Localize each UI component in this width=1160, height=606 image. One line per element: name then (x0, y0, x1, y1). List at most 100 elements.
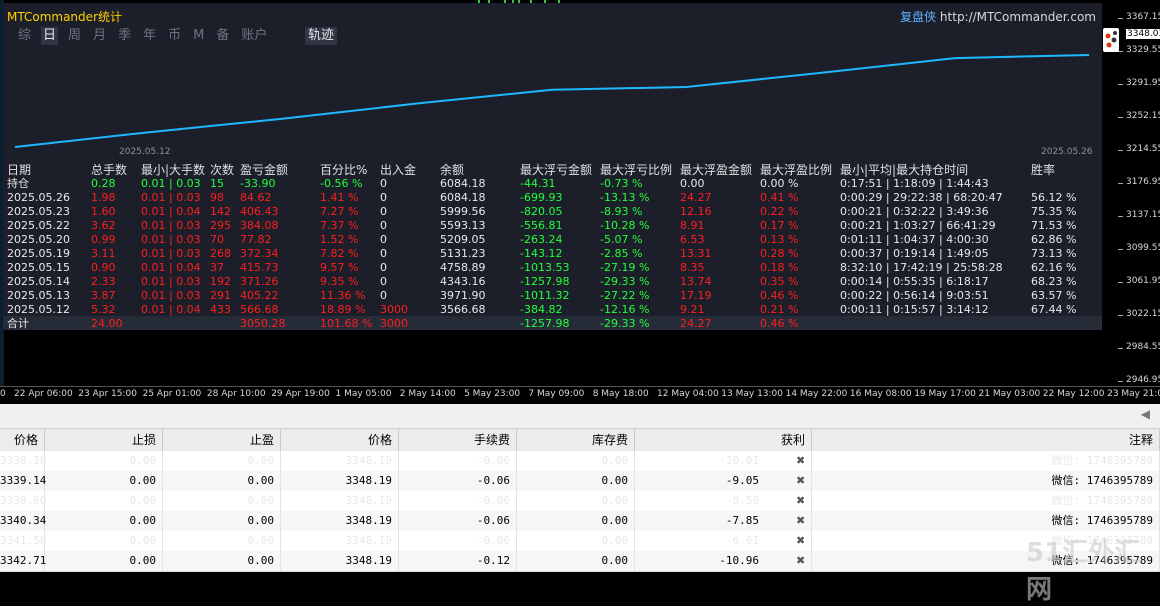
stats-cell: 0.01 | 0.03 (141, 177, 201, 190)
order-cell-open: 3338.18 (0, 451, 46, 471)
stats-cell: 17.19 (680, 289, 712, 302)
stats-cell: 8:32:10 | 17:42:19 | 25:58:28 (840, 261, 1003, 274)
stats-cell: 8.35 (680, 261, 705, 274)
stats-cell: 0:00:37 | 0:19:14 | 1:49:05 (840, 247, 989, 260)
stats-cell: 0 (380, 191, 387, 204)
stats-header-cell: 余额 (440, 163, 465, 177)
stats-cell: 0.28 % (760, 247, 799, 260)
time-tick: 23 Apr 15:00 (78, 389, 137, 399)
order-row[interactable]: 3340.34 0.00 0.00 3348.19 -0.06 0.00 -7.85 微信: … (0, 511, 1160, 532)
order-cell-swap: 0.00 (517, 451, 635, 471)
orders-header-cell[interactable]: 库存费 (517, 429, 635, 451)
stats-cell: 9.35 % (320, 275, 359, 288)
tab-3[interactable]: 月 (91, 27, 108, 45)
time-tick: 22 May 12:00 (1042, 389, 1105, 399)
order-row[interactable]: 3341.58 0.00 0.00 3348.19 -0.06 0.00 -6.61 微信: … (0, 531, 1160, 552)
site-link-label: 复盘侠 (900, 10, 937, 24)
stats-cell: 415.73 (240, 261, 279, 274)
orders-header-cell[interactable]: 手续费 (399, 429, 517, 451)
stats-total-cell: -29.33 % (600, 317, 650, 330)
stats-cell: 63.57 % (1031, 289, 1077, 302)
stats-cell: 7.82 % (320, 247, 359, 260)
stats-cell: -143.12 (520, 247, 563, 260)
time-axis[interactable]: 0 22 Apr 06:00 23 Apr 15:00 25 Apr 01:00 28 … (0, 386, 1160, 405)
stats-cell: 0.01 | 0.04 (141, 261, 201, 274)
close-order-icon[interactable]: ✖ (796, 471, 808, 491)
orders-header: 价格 止损 止盈 价格 手续费 库存费 获利 注释 (0, 429, 1160, 452)
stats-cell: -1013.53 (520, 261, 570, 274)
time-tick: 16 May 08:00 (849, 389, 912, 399)
price-tick: 3061.95 (1117, 276, 1160, 286)
tab-6[interactable]: 币 (166, 27, 183, 45)
orders-header-cell[interactable]: 价格 (0, 429, 45, 451)
time-tick: 28 Apr 10:00 (206, 389, 266, 399)
time-tick: 25 Apr 01:00 (142, 389, 202, 399)
stats-total-cell: 合计 (7, 317, 29, 330)
stats-header-cell: 胜率 (1031, 163, 1056, 177)
stats-header-cell: 最大浮盈比例 (760, 163, 833, 177)
price-axis[interactable]: 3348.03 3367.15 3329.55 3291.95 3252.15 3214… (1104, 0, 1160, 386)
stats-cell: 384.08 (240, 219, 279, 232)
stats-cell: -699.93 (520, 191, 563, 204)
close-order-icon[interactable]: ✖ (796, 531, 808, 551)
stats-cell: -12.16 % (600, 303, 650, 316)
chart-area[interactable]: MTCommander统计 复盘侠 http://MTCommander.com… (0, 0, 1160, 405)
close-order-icon[interactable]: ✖ (796, 451, 808, 471)
chart-start-date: 2025.05.12 (119, 147, 171, 157)
stats-cell: 9.21 (680, 303, 705, 316)
order-cell-comment: 微信: 1746395789 (812, 471, 1160, 491)
tab-4[interactable]: 季 (116, 27, 133, 45)
orders-header-cell[interactable]: 止盈 (163, 429, 281, 451)
order-cell-profit: -8.59 (635, 491, 812, 511)
orders-header-cell[interactable]: 获利 (635, 429, 812, 451)
time-tick: 19 May 17:00 (914, 389, 976, 399)
tab-2[interactable]: 周 (66, 27, 83, 45)
time-tick: 13 May 13:00 (721, 389, 784, 399)
stats-cell: 8.91 (680, 219, 705, 232)
scroll-left-icon[interactable]: ◀ (1141, 407, 1150, 421)
order-row[interactable]: 3342.71 0.00 0.00 3348.19 -0.12 0.00 -10.96 微信:… (0, 551, 1160, 572)
time-tick: 29 Apr 19:00 (271, 389, 330, 399)
stats-cell: 62.16 % (1031, 261, 1077, 274)
stats-cell: 1.52 % (320, 233, 359, 246)
orders-header-cell[interactable]: 价格 (281, 429, 399, 451)
stats-header-cell: 次数 (210, 163, 235, 177)
stats-cell: 0 (380, 177, 387, 190)
order-row[interactable]: 3339.14 0.00 0.00 3348.19 -0.06 0.00 -9.05 微信: … (0, 471, 1160, 492)
terminal-panel: ◀ 价格 止损 止盈 价格 手续费 库存费 获利 注释 3338.18 0.00 0.00 3348… (0, 404, 1160, 572)
time-tick: 1 May 05:00 (335, 389, 392, 399)
tab-track[interactable]: 轨迹 (305, 27, 338, 45)
tab-1[interactable]: 日 (41, 27, 59, 45)
stats-cell: 2025.05.22 (7, 219, 70, 232)
stats-cell: 73.13 % (1031, 247, 1077, 260)
order-cell-price: 3348.19 (281, 511, 399, 531)
tab-7[interactable]: M (191, 27, 206, 45)
order-cell-tp: 0.00 (163, 531, 281, 551)
stats-header-cell: 最小|平均|最大持仓时间 (840, 163, 969, 177)
stats-cell: 68.23 % (1031, 275, 1077, 288)
stats-cell: 2025.05.26 (7, 191, 70, 204)
close-order-icon[interactable]: ✖ (796, 551, 808, 571)
order-row[interactable]: 3338.18 0.00 0.00 3348.19 -0.06 0.00 -10.01 微信:… (0, 451, 1160, 472)
tab-9[interactable]: 账户 (239, 27, 269, 45)
site-link[interactable]: 复盘侠 http://MTCommander.com (900, 8, 1096, 25)
price-tick: 3329.55 (1117, 45, 1160, 55)
close-order-icon[interactable]: ✖ (796, 511, 808, 531)
order-cell-swap: 0.00 (517, 551, 635, 571)
time-tick: 12 May 04:00 (657, 389, 719, 399)
order-cell-tp: 0.00 (163, 491, 281, 511)
orders-header-cell[interactable]: 注释 (812, 429, 1160, 451)
orders-header-cell[interactable]: 止损 (45, 429, 163, 451)
tab-8[interactable]: 备 (214, 27, 231, 45)
stats-cell: 4758.89 (440, 261, 486, 274)
stats-cell: -13.13 % (600, 191, 650, 204)
tab-0[interactable]: 综 (16, 27, 33, 45)
order-row[interactable]: 3339.60 0.00 0.00 3348.19 -0.06 0.00 -8.59 微信: … (0, 491, 1160, 512)
stats-cell: 0.01 | 0.03 (141, 275, 201, 288)
stats-total-cell: 3050.28 (240, 317, 286, 330)
time-tick: 0 (0, 389, 6, 399)
stats-cell: 0.21 % (760, 303, 799, 316)
tab-5[interactable]: 年 (141, 27, 158, 45)
close-order-icon[interactable]: ✖ (796, 491, 808, 511)
stats-cell: -8.93 % (600, 205, 643, 218)
